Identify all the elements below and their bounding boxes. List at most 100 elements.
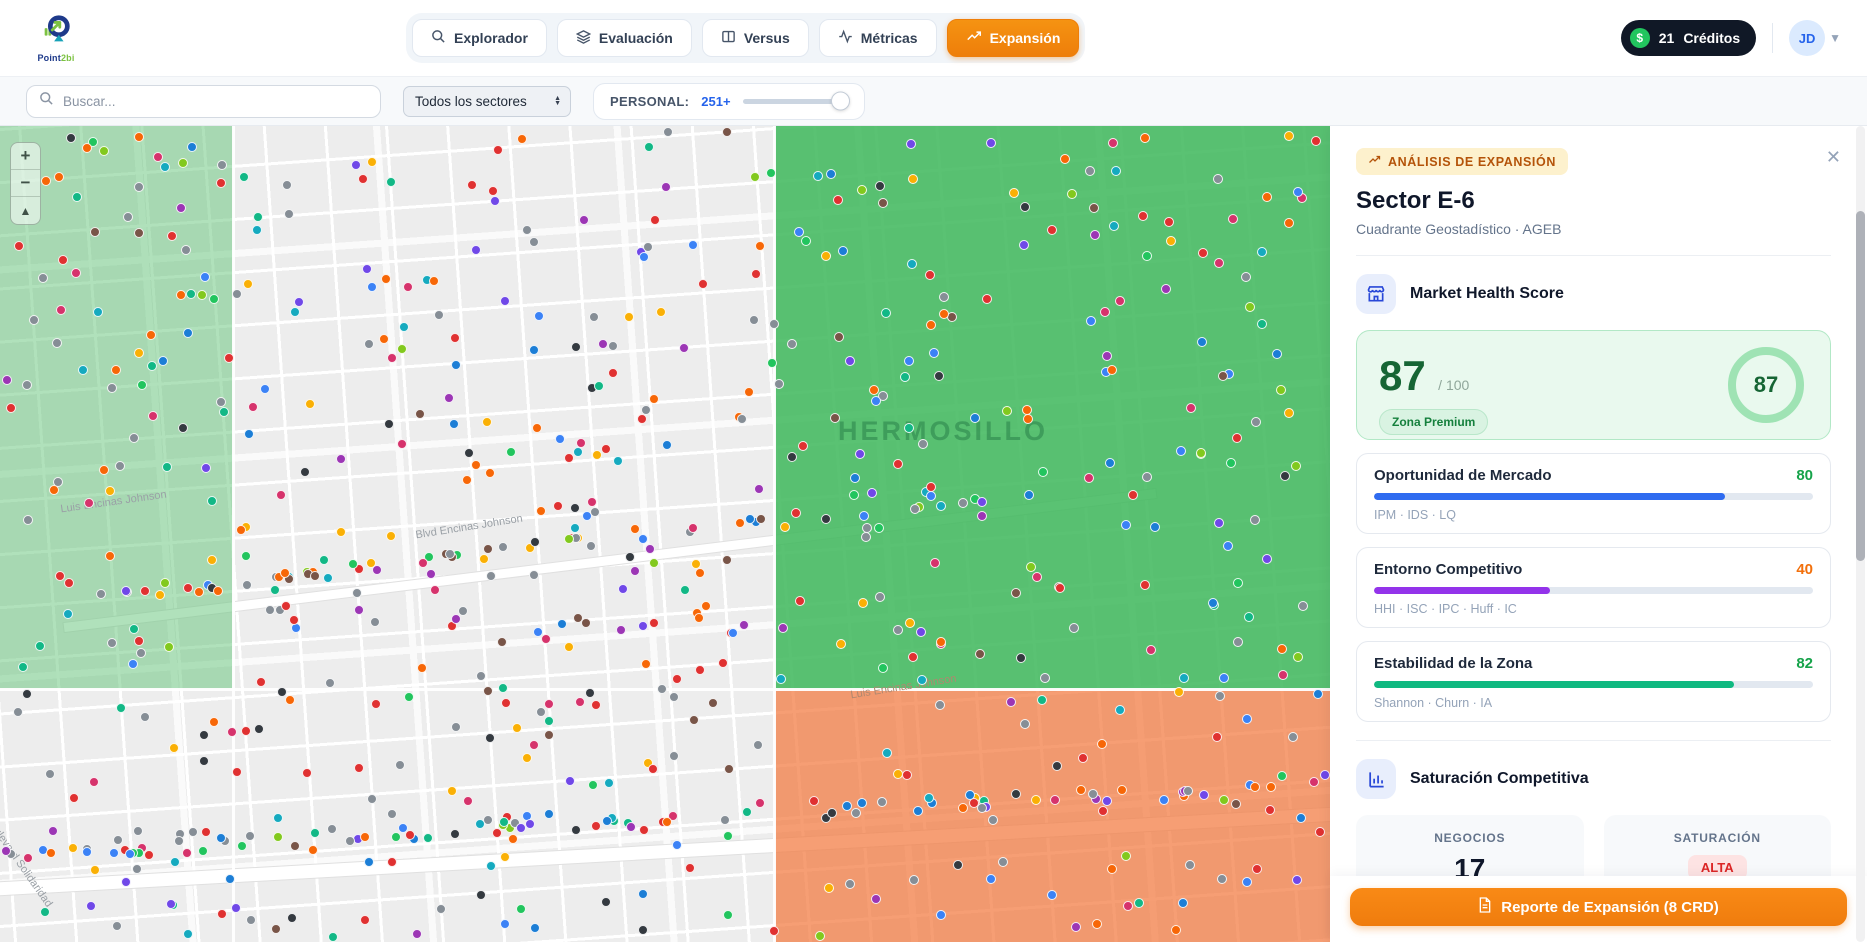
business-dot[interactable]: [875, 181, 885, 191]
business-dot[interactable]: [522, 225, 532, 235]
business-dot[interactable]: [1212, 732, 1222, 742]
business-dot[interactable]: [529, 237, 539, 247]
business-dot[interactable]: [1086, 316, 1096, 326]
business-dot[interactable]: [708, 698, 718, 708]
business-dot[interactable]: [649, 394, 659, 404]
business-dot[interactable]: [1011, 789, 1021, 799]
business-dot[interactable]: [232, 289, 242, 299]
business-dot[interactable]: [176, 203, 186, 213]
business-dot[interactable]: [1313, 689, 1323, 699]
business-dot[interactable]: [787, 339, 797, 349]
business-dot[interactable]: [354, 763, 364, 773]
business-dot[interactable]: [916, 627, 926, 637]
business-dot[interactable]: [479, 554, 489, 564]
business-dot[interactable]: [694, 613, 704, 623]
business-dot[interactable]: [909, 875, 919, 885]
business-dot[interactable]: [2, 375, 12, 385]
business-dot[interactable]: [1233, 637, 1243, 647]
business-dot[interactable]: [689, 715, 699, 725]
business-dot[interactable]: [1078, 753, 1088, 763]
business-dot[interactable]: [669, 692, 679, 702]
business-dot[interactable]: [650, 215, 660, 225]
business-dot[interactable]: [532, 423, 542, 433]
business-dot[interactable]: [328, 932, 338, 942]
business-dot[interactable]: [345, 836, 355, 846]
business-dot[interactable]: [64, 578, 74, 588]
business-dot[interactable]: [134, 636, 144, 646]
business-dot[interactable]: [69, 793, 79, 803]
business-dot[interactable]: [404, 692, 414, 702]
business-dot[interactable]: [590, 507, 600, 517]
business-dot[interactable]: [701, 601, 711, 611]
business-dot[interactable]: [849, 490, 859, 500]
expansion-report-button[interactable]: Reporte de Expansión (8 CRD): [1350, 888, 1847, 926]
business-dot[interactable]: [648, 764, 658, 774]
search-box[interactable]: [26, 85, 381, 118]
business-dot[interactable]: [336, 454, 346, 464]
business-dot[interactable]: [160, 162, 170, 172]
business-dot[interactable]: [1219, 673, 1229, 683]
business-dot[interactable]: [1265, 805, 1275, 815]
business-dot[interactable]: [381, 274, 391, 284]
business-dot[interactable]: [766, 168, 776, 178]
nav-explorador[interactable]: Explorador: [412, 19, 547, 57]
business-dot[interactable]: [638, 889, 648, 899]
business-dot[interactable]: [1071, 922, 1081, 932]
business-dot[interactable]: [71, 268, 81, 278]
business-dot[interactable]: [384, 419, 394, 429]
business-dot[interactable]: [133, 826, 143, 836]
business-dot[interactable]: [1186, 403, 1196, 413]
business-dot[interactable]: [1284, 131, 1294, 141]
business-dot[interactable]: [476, 671, 486, 681]
business-dot[interactable]: [1179, 673, 1189, 683]
business-dot[interactable]: [436, 904, 446, 914]
business-dot[interactable]: [105, 551, 115, 561]
business-dot[interactable]: [851, 808, 861, 818]
business-dot[interactable]: [564, 642, 574, 652]
business-dot[interactable]: [935, 700, 945, 710]
business-dot[interactable]: [662, 817, 672, 827]
personal-slider[interactable]: [743, 99, 848, 104]
business-dot[interactable]: [801, 236, 811, 246]
business-dot[interactable]: [107, 638, 117, 648]
business-dot[interactable]: [22, 689, 32, 699]
business-dot[interactable]: [913, 806, 923, 816]
business-dot[interactable]: [1060, 154, 1070, 164]
business-dot[interactable]: [656, 307, 666, 317]
business-dot[interactable]: [289, 615, 299, 625]
business-dot[interactable]: [1242, 714, 1252, 724]
business-dot[interactable]: [501, 698, 511, 708]
business-dot[interactable]: [529, 570, 539, 580]
business-dot[interactable]: [1159, 795, 1169, 805]
business-dot[interactable]: [742, 807, 752, 817]
business-dot[interactable]: [224, 353, 234, 363]
business-dot[interactable]: [182, 848, 192, 858]
business-dot[interactable]: [451, 360, 461, 370]
business-dot[interactable]: [1228, 214, 1238, 224]
business-dot[interactable]: [155, 590, 165, 600]
business-dot[interactable]: [242, 580, 252, 590]
business-dot[interactable]: [751, 269, 761, 279]
business-dot[interactable]: [821, 514, 831, 524]
business-dot[interactable]: [78, 365, 88, 375]
business-dot[interactable]: [1107, 864, 1117, 874]
business-dot[interactable]: [982, 294, 992, 304]
business-dot[interactable]: [638, 621, 648, 631]
business-dot[interactable]: [929, 348, 939, 358]
business-dot[interactable]: [1098, 806, 1108, 816]
business-dot[interactable]: [96, 589, 106, 599]
business-dot[interactable]: [836, 639, 846, 649]
business-dot[interactable]: [1109, 221, 1119, 231]
business-dot[interactable]: [252, 225, 262, 235]
business-dot[interactable]: [1164, 217, 1174, 227]
business-dot[interactable]: [134, 182, 144, 192]
business-dot[interactable]: [63, 609, 73, 619]
business-dot[interactable]: [824, 883, 834, 893]
business-dot[interactable]: [1215, 691, 1225, 701]
business-dot[interactable]: [451, 722, 461, 732]
business-dot[interactable]: [1026, 562, 1036, 572]
user-avatar[interactable]: JD: [1789, 20, 1825, 56]
business-dot[interactable]: [66, 133, 76, 143]
business-dot[interactable]: [1089, 203, 1099, 213]
business-dot[interactable]: [290, 307, 300, 317]
